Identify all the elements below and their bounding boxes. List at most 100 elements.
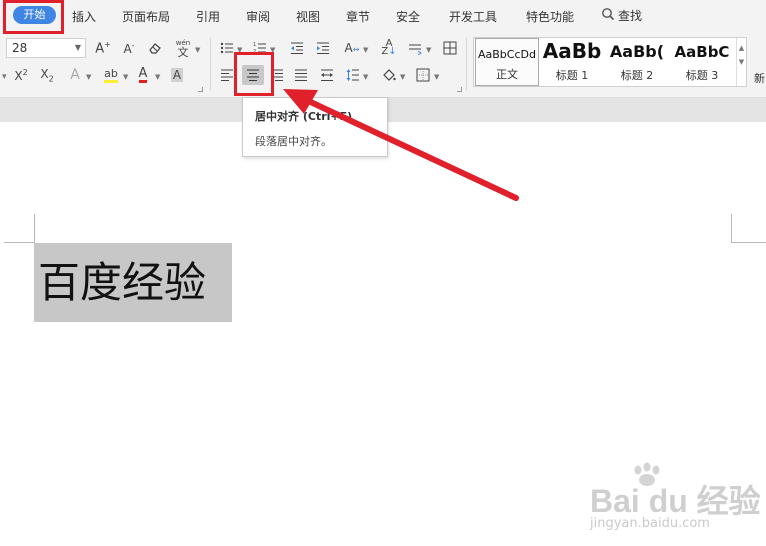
search-label: 查找 xyxy=(618,9,643,23)
style-heading-2-sample: AaBb( xyxy=(609,42,665,61)
tab-page-layout[interactable]: 页面布局 xyxy=(122,8,170,25)
distributed-align-button[interactable] xyxy=(318,66,336,84)
style-heading-3-label: 标题 3 xyxy=(685,69,719,82)
phonetic-guide-button[interactable]: wén 文 xyxy=(172,37,194,59)
phonetic-guide-icon: wén 文 xyxy=(175,39,191,59)
borders-button[interactable] xyxy=(414,66,432,84)
superscript-button[interactable]: X2 xyxy=(12,66,30,84)
style-heading-1[interactable]: AaBb 标题 1 xyxy=(540,38,604,86)
char-shading-icon: A xyxy=(170,68,184,82)
search-tab[interactable]: 查找 xyxy=(601,7,642,24)
shading-button[interactable] xyxy=(380,66,398,84)
chevron-down-icon: ▼ xyxy=(155,73,161,81)
chevron-down-icon: ▼ xyxy=(195,46,201,54)
shrink-font-button[interactable]: A- xyxy=(120,39,138,57)
style-normal[interactable]: AaBbCcDd 正文 xyxy=(475,38,539,86)
chevron-down-icon: ▼ xyxy=(400,73,406,81)
shrink-font-icon: A- xyxy=(123,40,135,56)
distributed-align-icon xyxy=(321,69,333,81)
highlight-box-align-center xyxy=(234,52,274,96)
style-gallery: AaBbCcDd 正文 AaBb 标题 1 AaBb( 标题 2 AaBbC 标… xyxy=(473,37,747,87)
group-separator xyxy=(466,38,467,90)
chevron-down-icon: ▼ xyxy=(86,73,92,81)
chevron-down-icon: ▼ xyxy=(74,43,81,52)
style-normal-label: 正文 xyxy=(496,68,518,81)
tab-review[interactable]: 审阅 xyxy=(246,8,270,25)
superscript-icon: X2 xyxy=(14,67,28,83)
decrease-indent-button[interactable] xyxy=(288,39,306,57)
sort-button[interactable]: A Z↓ xyxy=(380,39,398,57)
baidu-jingyan-watermark: Bai du 经验 jingyan.baidu.com xyxy=(590,462,761,542)
font-size-select[interactable]: 28 ▼ xyxy=(6,38,86,58)
clear-format-button[interactable] xyxy=(146,39,164,57)
style-heading-1-sample: AaBb xyxy=(542,39,602,63)
search-icon xyxy=(601,7,615,24)
style-heading-3[interactable]: AaBbC 标题 3 xyxy=(670,38,734,86)
borders-icon xyxy=(416,68,430,82)
line-spacing-button[interactable] xyxy=(344,66,362,84)
selected-document-text[interactable]: 百度经验 xyxy=(34,243,232,322)
highlight-box-home-tab xyxy=(3,0,64,34)
align-center-tooltip: 居中对齐 (Ctrl+E) 段落居中对齐。 xyxy=(242,97,388,157)
increase-indent-icon xyxy=(317,42,329,54)
line-spacing-icon xyxy=(346,69,359,81)
margin-guide xyxy=(731,214,732,243)
grow-font-button[interactable]: A+ xyxy=(94,39,112,57)
tooltip-title: 居中对齐 (Ctrl+E) xyxy=(255,110,353,123)
margin-guide xyxy=(4,242,34,243)
chevron-down-icon: ▼ xyxy=(434,73,440,81)
tab-view[interactable]: 视图 xyxy=(296,8,320,25)
char-shading-button[interactable]: A xyxy=(168,66,186,84)
table-grid-button[interactable] xyxy=(441,39,459,57)
font-color-icon: A xyxy=(138,66,148,83)
new-style-button[interactable]: 新 xyxy=(754,70,765,86)
align-left-icon xyxy=(221,69,233,81)
font-dialog-launcher[interactable] xyxy=(198,87,203,92)
font-size-value: 28 xyxy=(12,41,28,55)
decrease-indent-icon xyxy=(291,42,303,54)
text-effect-button[interactable]: A xyxy=(66,66,84,84)
font-color-button[interactable]: A xyxy=(134,66,152,84)
style-normal-sample: AaBbCcDd xyxy=(478,48,536,61)
menu-bar: 开始 插入 页面布局 引用 审阅 视图 章节 安全 开发工具 特色功能 查找 xyxy=(0,0,766,32)
increase-indent-button[interactable] xyxy=(314,39,332,57)
style-heading-1-label: 标题 1 xyxy=(555,69,589,82)
tab-sections[interactable]: 章节 xyxy=(346,8,370,25)
eraser-icon xyxy=(149,43,161,54)
tab-insert[interactable]: 插入 xyxy=(72,8,96,25)
style-gallery-scroll[interactable]: ▲ ▼ xyxy=(736,38,746,86)
show-marks-button[interactable] xyxy=(406,39,424,57)
style-heading-2[interactable]: AaBb( 标题 2 xyxy=(605,38,669,86)
margin-guide xyxy=(731,242,766,243)
tab-references[interactable]: 引用 xyxy=(196,8,220,25)
chevron-down-icon: ▾ xyxy=(2,72,7,82)
show-marks-icon xyxy=(409,44,422,55)
subscript-icon: X2 xyxy=(40,66,54,84)
style-heading-3-sample: AaBbC xyxy=(674,43,730,61)
text-effect-icon: A xyxy=(70,67,80,83)
grow-font-icon: A+ xyxy=(95,39,111,57)
tab-developer-tools[interactable]: 开发工具 xyxy=(449,8,497,25)
margin-guide xyxy=(34,214,35,243)
chevron-down-icon: ▼ xyxy=(426,46,432,54)
highlight-button[interactable]: ab xyxy=(100,66,122,84)
table-grid-icon xyxy=(443,41,457,55)
tooltip-description: 段落居中对齐。 xyxy=(255,135,332,148)
chevron-up-icon: ▲ xyxy=(738,44,745,52)
chinese-layout-icon: A↔ xyxy=(344,41,360,55)
chinese-layout-button[interactable]: A↔ xyxy=(342,39,362,57)
chevron-down-icon: ▼ xyxy=(363,46,369,54)
tab-special-features[interactable]: 特色功能 xyxy=(526,8,574,25)
subscript-button[interactable]: X2 xyxy=(38,66,56,84)
tab-security[interactable]: 安全 xyxy=(396,8,420,25)
group-separator xyxy=(210,38,211,90)
style-heading-2-label: 标题 2 xyxy=(620,69,654,82)
bullet-list-icon xyxy=(220,42,233,54)
chevron-down-icon: ▼ xyxy=(363,73,369,81)
highlight-icon: ab xyxy=(104,67,118,83)
chevron-down-icon: ▼ xyxy=(738,58,745,66)
justify-button[interactable] xyxy=(292,66,310,84)
sort-icon: A Z↓ xyxy=(381,38,397,57)
ribbon: 28 ▼ A+ A- wén 文 ▼ ▾ X2 X2 A ▼ ab ▼ A ▼ … xyxy=(0,32,766,98)
paragraph-dialog-launcher[interactable] xyxy=(457,87,462,92)
